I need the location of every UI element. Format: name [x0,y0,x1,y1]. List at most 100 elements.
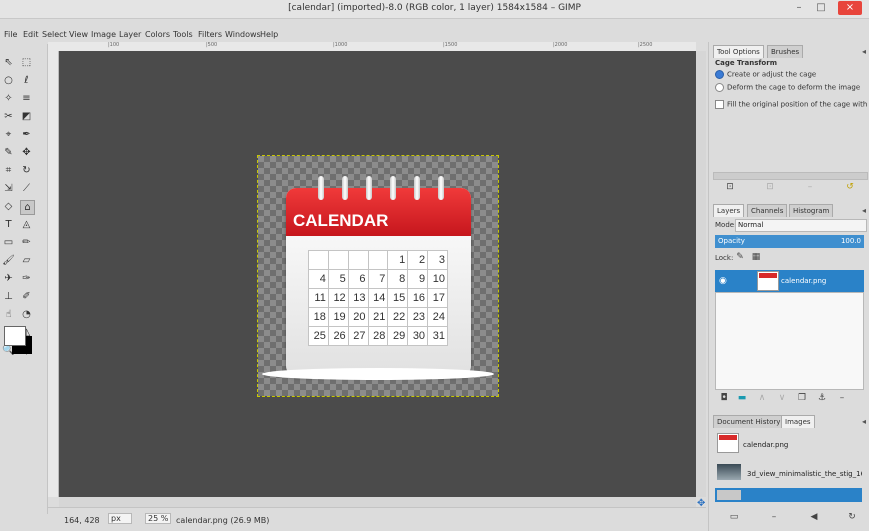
tab-layers[interactable]: Layers [713,204,745,217]
tab-document-history[interactable]: Document History [713,415,785,428]
radio-icon[interactable] [715,70,724,79]
panel-menu-icon[interactable]: ◂ [862,47,866,56]
airbrush-icon[interactable]: ✈ [2,272,15,285]
menu-filters[interactable]: Filters [198,30,222,39]
layer-row[interactable]: ◉ calendar.png [715,270,864,292]
smudge-icon[interactable]: ☝ [2,308,15,321]
eye-icon[interactable]: ◉ [719,276,727,286]
checkbox-icon[interactable] [715,100,724,109]
calendar-day: 26 [327,326,349,346]
unit-select[interactable]: px [108,513,132,524]
blur-icon[interactable]: ◔ [20,308,33,321]
zoom-select[interactable]: 25 % [145,513,172,524]
perspective-icon[interactable]: ◇ [2,200,15,213]
move-tool-icon[interactable]: ⇖ [2,56,15,69]
calendar-day: 4 [308,269,329,289]
vertical-scrollbar[interactable] [696,51,706,497]
fuzzy-select-icon[interactable]: ✧ [2,92,15,105]
cage-transform-icon[interactable]: ⌂ [20,200,35,215]
rotate-icon[interactable]: ↻ [20,164,33,177]
menu-layer[interactable]: Layer [119,30,141,39]
tab-tool-options[interactable]: Tool Options [713,45,764,58]
save-tool-preset-icon[interactable]: ⊡ [723,182,737,192]
clone-icon[interactable]: ⊥ [2,290,15,303]
reset-tool-options-icon[interactable]: ↺ [843,182,857,192]
lasso-icon[interactable]: ℓ [20,74,33,87]
mode-select[interactable]: Normal [735,219,867,232]
calendar-day: 23 [407,307,429,327]
new-layer-group-icon[interactable]: ▬ [735,393,749,403]
tool-options-scrollbar[interactable] [713,172,868,180]
foreground-color-swatch[interactable] [4,326,26,346]
maximize-icon[interactable]: □ [812,1,830,15]
duplicate-layer-icon[interactable]: ❐ [795,393,809,403]
anchor-layer-icon[interactable]: ⚓ [815,393,829,403]
minimize-icon[interactable]: – [790,1,808,15]
lock-alpha-icon[interactable]: ▦ [749,252,763,262]
horizontal-scrollbar[interactable] [59,497,696,507]
new-view-icon[interactable]: – [767,512,781,522]
crop-icon[interactable]: ⌗ [2,164,15,177]
rect-select-icon[interactable]: ⬚ [20,56,33,69]
tab-channels[interactable]: Channels [747,204,788,217]
delete-tool-preset-icon[interactable]: – [803,182,817,192]
tab-images[interactable]: Images [781,415,815,428]
image-layer-bounds[interactable]: CALENDAR 1 2 3 4 5 6 7 8 9 10 11 12 13 1… [257,155,499,397]
image-list-item[interactable]: calendar.png [715,429,862,459]
ink-icon[interactable]: ✑ [20,272,33,285]
option-deform-cage[interactable]: Deform the cage to deform the image [715,83,860,92]
calendar-title: CALENDAR [293,211,389,230]
blend-icon[interactable]: ▭ [2,236,15,249]
new-layer-icon[interactable]: ◘ [717,393,731,403]
binder-ring [366,176,372,200]
align-icon[interactable]: ⌖ [2,128,15,141]
menu-tools[interactable]: Tools [173,30,193,39]
delete-layer-icon[interactable]: – [835,393,849,403]
raise-image-icon[interactable]: ▭ [727,512,741,522]
radio-icon[interactable] [715,83,724,92]
paths-icon[interactable]: ✒ [20,128,33,141]
panel-menu-icon[interactable]: ◂ [862,417,866,426]
tab-histogram[interactable]: Histogram [789,204,834,217]
heal-icon[interactable]: ✐ [20,290,33,303]
option-label: Create or adjust the cage [727,70,817,79]
tab-brushes[interactable]: Brushes [767,45,804,58]
bucket-fill-icon[interactable]: ◬ [20,218,33,231]
option-create-cage[interactable]: Create or adjust the cage [715,70,816,79]
image-list-item[interactable] [715,488,862,502]
restore-tool-preset-icon[interactable]: ⊡ [763,182,777,192]
ellipse-select-icon[interactable]: ○ [2,74,15,87]
menu-select[interactable]: Select [42,30,67,39]
lower-layer-icon[interactable]: ∨ [775,393,789,403]
text-tool-icon[interactable]: T [2,218,15,231]
shear-icon[interactable]: ⟋ [20,182,33,195]
calendar-day: 14 [367,288,389,308]
menu-windows[interactable]: Windows [225,30,261,39]
menu-help[interactable]: Help [260,30,278,39]
measure-icon[interactable]: ✥ [20,146,33,159]
calendar-day: 15 [387,288,409,308]
panel-menu-icon[interactable]: ◂ [862,206,866,215]
menu-edit[interactable]: Edit [23,30,39,39]
menu-image[interactable]: Image [91,30,116,39]
close-icon[interactable]: × [838,1,862,15]
menu-colors[interactable]: Colors [145,30,170,39]
pointer-coordinates: 164, 428 [64,516,100,525]
color-select-icon[interactable]: ≡ [20,92,33,105]
menu-view[interactable]: View [69,30,88,39]
image-list-item[interactable]: 3d_view_minimalistic_the_stig_1680x1 [715,461,862,487]
menu-file[interactable]: File [4,30,17,39]
delete-image-icon[interactable]: ◀ [807,512,821,522]
lock-pixels-icon[interactable]: ✎ [733,252,747,262]
paintbrush-icon[interactable]: 🖌 [2,254,15,267]
pencil-icon[interactable]: ✏ [20,236,33,249]
raise-layer-icon[interactable]: ∧ [755,393,769,403]
foreground-select-icon[interactable]: ◩ [20,110,33,123]
option-fill-original[interactable]: Fill the original position of the cage w… [715,100,869,109]
color-picker-icon[interactable]: ✎ [2,146,15,159]
opacity-slider[interactable]: Opacity 100.0 [715,235,864,248]
eraser-icon[interactable]: ▱ [20,254,33,267]
refresh-icon[interactable]: ↻ [845,512,859,522]
scissors-icon[interactable]: ✂ [2,110,15,123]
scale-icon[interactable]: ⇲ [2,182,15,195]
